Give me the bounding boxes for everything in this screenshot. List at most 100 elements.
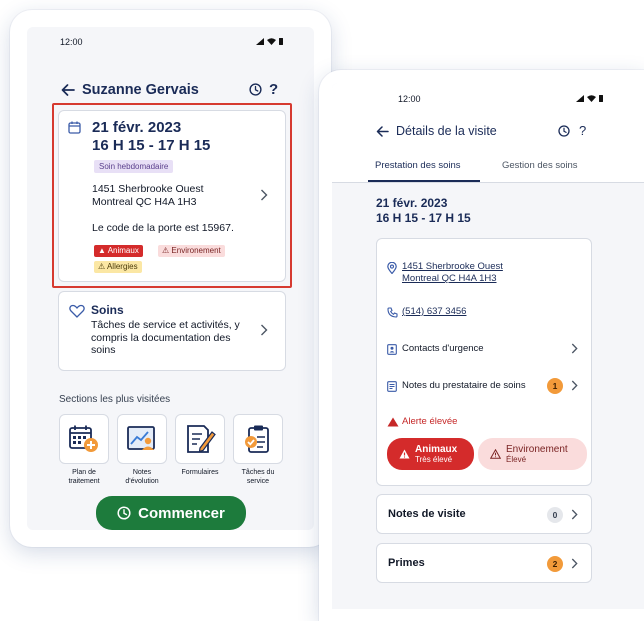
status-icons bbox=[256, 38, 283, 45]
alert-badge-animals: ▲ Animaux bbox=[94, 245, 143, 257]
visit-time-range: 16 H 15 - 17 H 15 bbox=[92, 137, 211, 154]
bonuses-row[interactable]: Primes 2 bbox=[376, 543, 592, 583]
location-pin-icon bbox=[387, 262, 397, 274]
alert-badge-environment: ⚠ Environement bbox=[158, 245, 225, 257]
signal-icon bbox=[576, 95, 584, 102]
alert-pill-environment[interactable]: Environement Élevé bbox=[478, 438, 587, 470]
badge-label: Environement bbox=[171, 246, 221, 255]
active-tab-indicator bbox=[368, 180, 480, 182]
bonuses-label: Primes bbox=[388, 557, 425, 569]
badge-label: Allergies bbox=[106, 262, 138, 271]
battery-icon bbox=[279, 38, 283, 45]
soins-card[interactable]: Soins Tâches de service et activités, y … bbox=[58, 291, 286, 371]
calendar-plus-icon bbox=[69, 425, 98, 452]
tile-label-line: traitement bbox=[68, 477, 100, 485]
status-icons bbox=[576, 95, 603, 102]
calendar-icon bbox=[68, 121, 81, 134]
emergency-contacts-label[interactable]: Contacts d'urgence bbox=[402, 343, 484, 354]
tab-divider bbox=[332, 182, 644, 183]
notes-icon bbox=[387, 381, 397, 392]
history-clock-icon[interactable] bbox=[249, 83, 262, 96]
bonuses-count: 2 bbox=[547, 556, 563, 572]
clipboard-check-icon bbox=[245, 425, 269, 453]
badge-label: Animaux bbox=[107, 246, 139, 255]
door-code-note: Le code de la porte est 15967. bbox=[92, 222, 234, 234]
details-phone-frame: 12:00 Détails de la visite ? Prestation … bbox=[319, 70, 644, 621]
chevron-right-icon bbox=[261, 189, 268, 201]
tile-forms[interactable] bbox=[175, 414, 225, 464]
provider-notes-label[interactable]: Notes du prestataire de soins bbox=[402, 380, 526, 391]
soins-desc-line-2: compris la documentation des bbox=[91, 331, 231, 344]
address-line-1: 1451 Sherbrooke Ouest bbox=[92, 183, 204, 195]
battery-icon bbox=[599, 95, 603, 102]
chart-person-icon bbox=[127, 426, 155, 450]
status-time: 12:00 bbox=[398, 94, 421, 104]
warning-outline-icon: ⚠ bbox=[162, 246, 170, 255]
details-screen: 12:00 Détails de la visite ? Prestation … bbox=[332, 83, 644, 609]
alert-title: Alerte élevée bbox=[402, 416, 458, 427]
contact-card-icon bbox=[387, 344, 397, 355]
heart-icon bbox=[69, 304, 85, 318]
visit-notes-label: Notes de visite bbox=[388, 508, 466, 520]
tile-label-progress-notes: Notes d'évolution bbox=[111, 469, 173, 486]
warning-outline-icon: ⚠ bbox=[98, 262, 106, 271]
tile-progress-notes[interactable] bbox=[117, 414, 167, 464]
help-button[interactable]: ? bbox=[579, 123, 586, 138]
tile-label-line: Tâches du bbox=[241, 469, 275, 476]
wifi-icon bbox=[587, 95, 596, 102]
start-button[interactable]: Commencer bbox=[96, 496, 246, 530]
visit-date: 21 févr. 2023 bbox=[92, 119, 182, 136]
address-link-line-2[interactable]: Montreal QC H4A 1H3 bbox=[402, 273, 497, 285]
address-line-2: Montreal QC H4A 1H3 bbox=[92, 196, 197, 208]
tile-label-forms: Formulaires bbox=[169, 469, 231, 478]
wifi-icon bbox=[267, 38, 276, 45]
tile-service-tasks[interactable] bbox=[233, 414, 283, 464]
phone-link[interactable]: (514) 637 3456 bbox=[402, 306, 466, 318]
alert-pill-label: Animaux bbox=[415, 443, 458, 455]
tile-label-line: Plan de bbox=[72, 469, 96, 476]
clock-icon bbox=[117, 506, 131, 520]
alert-triangle-icon bbox=[387, 417, 399, 427]
chevron-right-icon bbox=[571, 343, 578, 354]
warning-filled-icon: ▲ bbox=[98, 246, 106, 255]
alert-pill-label: Environement bbox=[506, 443, 568, 455]
tile-label-line: Formulaires bbox=[181, 469, 219, 476]
back-arrow-icon[interactable] bbox=[61, 84, 75, 96]
soins-desc-line-1: Tâches de service et activités, y bbox=[91, 319, 240, 331]
tile-label-treatment-plan: Plan de traitement bbox=[53, 469, 115, 486]
alert-pill-level: Élevé bbox=[506, 454, 527, 464]
soins-title: Soins bbox=[91, 303, 124, 317]
warning-outline-icon bbox=[490, 449, 501, 459]
page-title: Détails de la visite bbox=[396, 124, 497, 138]
sections-title: Sections les plus visitées bbox=[59, 394, 171, 405]
tab-care-delivery[interactable]: Prestation des soins bbox=[375, 160, 461, 171]
warning-filled-icon bbox=[399, 449, 410, 459]
signal-icon bbox=[256, 38, 264, 45]
form-pen-icon bbox=[187, 425, 216, 453]
history-clock-icon[interactable] bbox=[558, 125, 570, 137]
tile-label-line: service bbox=[246, 477, 270, 485]
chevron-right-icon bbox=[261, 324, 268, 336]
address-link-line-1[interactable]: 1451 Sherbrooke Ouest bbox=[402, 261, 503, 273]
visit-notes-row[interactable]: Notes de visite 0 bbox=[376, 494, 592, 534]
tile-label-line: Notes bbox=[132, 469, 152, 476]
alert-badge-allergies: ⚠ Allergies bbox=[94, 261, 142, 273]
alert-pill-level: Très élevé bbox=[415, 454, 453, 464]
chevron-right-icon bbox=[571, 509, 578, 520]
tile-treatment-plan[interactable] bbox=[59, 414, 109, 464]
help-button[interactable]: ? bbox=[269, 81, 278, 98]
visit-date: 21 févr. 2023 bbox=[376, 196, 448, 210]
tile-label-line: d'évolution bbox=[125, 477, 159, 485]
tile-label-service-tasks: Tâches du service bbox=[227, 469, 289, 486]
visit-card[interactable]: 21 févr. 2023 16 H 15 - 17 H 15 Soin heb… bbox=[58, 110, 286, 282]
visit-notes-count: 0 bbox=[547, 507, 563, 523]
chevron-right-icon bbox=[571, 558, 578, 569]
alert-pill-animals[interactable]: Animaux Très élevé bbox=[387, 438, 474, 470]
provider-notes-count: 1 bbox=[547, 378, 563, 394]
tab-care-management[interactable]: Gestion des soins bbox=[502, 160, 578, 171]
start-button-label: Commencer bbox=[138, 504, 225, 522]
soins-desc-line-3: soins bbox=[91, 344, 116, 356]
back-arrow-icon[interactable] bbox=[376, 126, 389, 137]
page-title: Suzanne Gervais bbox=[82, 82, 199, 98]
visit-phone-frame: 12:00 Suzanne Gervais ? 21 févr. 2023 16… bbox=[10, 10, 331, 547]
